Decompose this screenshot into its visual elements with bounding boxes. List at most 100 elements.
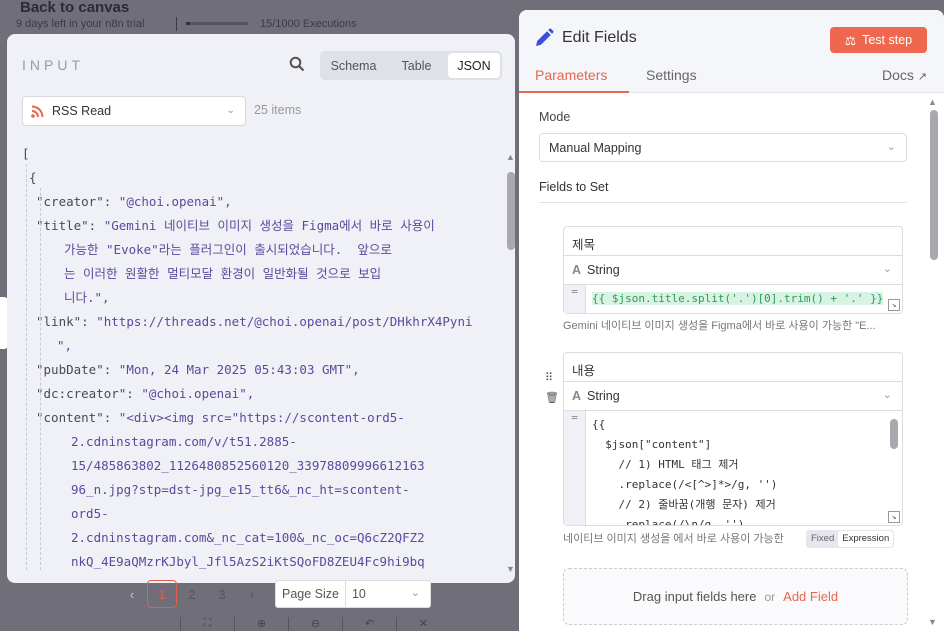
expression-code[interactable]: {{ $json["content"] // 1) HTML 태그 제거 .re… xyxy=(586,411,902,525)
scrollbar-thumb[interactable] xyxy=(930,110,938,260)
drag-grip-icon[interactable]: ⠿ xyxy=(545,368,559,388)
page-1[interactable]: 1 xyxy=(147,580,177,608)
expand-icon[interactable]: ↘ xyxy=(888,511,900,523)
test-step-button[interactable]: ⚖ Test step xyxy=(830,27,927,53)
code-line: {{ xyxy=(592,418,606,431)
indent-guide xyxy=(40,188,41,570)
scroll-up-icon[interactable]: ▲ xyxy=(928,97,937,107)
page-size-text: 10 xyxy=(351,587,366,601)
external-link-icon: ↗ xyxy=(917,71,927,83)
json-line: nkQ_4E9aQMzrKJbyl_Jfl5AzS2iKtSQoFD8ZEU4F… xyxy=(22,550,502,570)
json-line: "creator": "@choi.openai", xyxy=(22,190,502,214)
toggle-expression[interactable]: Expression xyxy=(838,531,894,547)
json-value: 가능한 "Evoke"라는 플러그인이 출시되었습니다. 앞으로 xyxy=(64,242,392,257)
fit-view-icon[interactable]: ⛶ xyxy=(180,617,234,631)
json-line: 니다.", xyxy=(22,286,502,310)
executions-progress-bar xyxy=(186,22,248,25)
json-value: nkQ_4E9aQMzrKJbyl_Jfl5AzS2iKtSQoFD8ZEU4F… xyxy=(71,554,425,569)
add-field-button[interactable]: Add Field xyxy=(783,589,838,604)
indent-guide xyxy=(26,164,27,570)
field-type-select[interactable]: A String ⌄ xyxy=(564,256,902,285)
scroll-down-icon[interactable]: ▼ xyxy=(506,564,515,574)
docs-link[interactable]: Docs ↗ xyxy=(882,67,927,83)
test-step-label: Test step xyxy=(862,33,913,47)
tab-settings[interactable]: Settings xyxy=(646,67,697,83)
chevron-down-icon: ⌄ xyxy=(882,263,892,275)
panel-scrollbar[interactable]: ▲ ▼ xyxy=(928,97,940,627)
code-line: .replace(/\n/g, '') xyxy=(592,518,745,525)
json-line: "dc:creator": "@choi.openai", xyxy=(22,382,502,406)
tab-parameters[interactable]: Parameters xyxy=(535,67,607,83)
search-icon[interactable] xyxy=(289,56,305,72)
node-header: Edit Fields ⚖ Test step Parameters Settin… xyxy=(519,10,944,93)
tab-json[interactable]: JSON xyxy=(448,53,500,78)
scroll-up-icon[interactable]: ▲ xyxy=(506,152,515,162)
json-value: "<div><img src="https://scontent-ord5- xyxy=(118,410,405,425)
expression-code[interactable]: {{ $json.title.split('.')[0].trim() + '.… xyxy=(592,292,884,305)
chevron-down-icon: ⌄ xyxy=(226,105,235,116)
top-bar: Back to canvas 9 days left in your n8n t… xyxy=(0,0,520,32)
json-line: "title": "Gemini 네이티브 이미지 생성을 Figma에서 바로… xyxy=(22,214,502,238)
divider xyxy=(176,17,177,31)
field-preview: 네이티브 이미지 생성을 에서 바로 사용이 가능한 xyxy=(563,533,784,545)
field-type-select[interactable]: A String ⌄ xyxy=(564,382,902,411)
json-line: ord5- xyxy=(22,502,502,526)
json-key: "creator": xyxy=(36,194,119,209)
clear-icon[interactable]: ✕ xyxy=(396,617,450,631)
field-name-input[interactable]: 내용 xyxy=(564,353,902,382)
tab-table[interactable]: Table xyxy=(385,53,448,78)
node-panel: Edit Fields ⚖ Test step Parameters Settin… xyxy=(519,10,944,631)
json-line: 2.cdninstagram.com&_nc_cat=100&_nc_oc=Q6… xyxy=(22,526,502,550)
expression-scrollbar[interactable] xyxy=(890,419,898,449)
json-key: "content": xyxy=(36,410,119,425)
expression-icon: = xyxy=(564,411,586,525)
expand-icon[interactable]: ↘ xyxy=(888,299,900,311)
json-value: 는 이러한 원활한 멀티모달 환경이 일반화될 것으로 보입 xyxy=(64,266,382,281)
drop-text: Drag input fields here xyxy=(632,589,757,604)
zoom-out-icon[interactable]: ⊖ xyxy=(288,617,342,631)
expression-icon: = xyxy=(564,285,586,313)
drop-or: or xyxy=(764,589,776,604)
json-value: 2.cdninstagram.com&_nc_cat=100&_nc_oc=Q6… xyxy=(71,530,425,545)
field-value-expression[interactable]: = {{ $json["content"] // 1) HTML 태그 제거 .… xyxy=(564,411,902,525)
json-value: [ xyxy=(22,146,30,161)
json-line: 15/485863802_1126480852560120_3397880999… xyxy=(22,454,502,478)
drop-zone[interactable]: Drag input fields here or Add Field xyxy=(563,568,908,625)
rss-icon xyxy=(31,105,44,118)
flask-icon: ⚖ xyxy=(844,33,857,48)
executions-count: 15/1000 Executions xyxy=(260,18,357,30)
json-viewer: [ { "creator": "@choi.openai", "title": "Ge… xyxy=(22,142,502,570)
undo-icon[interactable]: ↶ xyxy=(342,617,396,631)
trash-icon[interactable]: 🗑 xyxy=(545,388,559,408)
page-size-select[interactable]: Page Size 10 ⌄ xyxy=(275,580,431,608)
chevron-down-icon: ⌄ xyxy=(410,587,420,599)
json-key: "title": xyxy=(36,218,104,233)
page-2[interactable]: 2 xyxy=(177,580,207,608)
field-title: 제목 A String ⌄ = {{ $json.title.split('.')[… xyxy=(563,226,903,314)
field-value-expression[interactable]: = {{ $json.title.split('.')[0].trim() + … xyxy=(564,285,902,313)
prev-page-icon[interactable]: ‹ xyxy=(117,580,147,608)
next-page-icon[interactable]: › xyxy=(237,580,267,608)
input-source-select[interactable]: RSS Read ⌄ xyxy=(22,96,246,126)
json-key: "link": xyxy=(36,314,97,329)
scrollbar-thumb[interactable] xyxy=(507,172,515,250)
string-type-icon: A xyxy=(572,389,582,403)
field-actions: ⠿ 🗑 xyxy=(545,368,559,408)
mode-select[interactable]: Manual Mapping ⌄ xyxy=(539,133,907,162)
json-value: { xyxy=(29,170,37,185)
drag-handle[interactable]: :::::: xyxy=(698,10,762,15)
page-3[interactable]: 3 xyxy=(207,580,237,608)
page-size-label: Page Size xyxy=(276,581,346,607)
fixed-expression-toggle: Fixed Expression xyxy=(806,530,895,548)
scroll-down-icon[interactable]: ▼ xyxy=(928,617,937,627)
page-size-value[interactable]: 10 ⌄ xyxy=(346,581,430,607)
back-to-canvas-link[interactable]: Back to canvas xyxy=(20,0,129,16)
string-type-icon: A xyxy=(572,263,582,277)
json-line: [ xyxy=(22,142,502,166)
zoom-in-icon[interactable]: ⊕ xyxy=(234,617,288,631)
pencil-icon xyxy=(536,28,554,46)
toggle-fixed[interactable]: Fixed xyxy=(807,531,838,547)
tab-schema[interactable]: Schema xyxy=(322,53,385,78)
json-scrollbar[interactable]: ▲ ▼ xyxy=(506,152,516,574)
field-name-input[interactable]: 제목 xyxy=(564,227,902,256)
